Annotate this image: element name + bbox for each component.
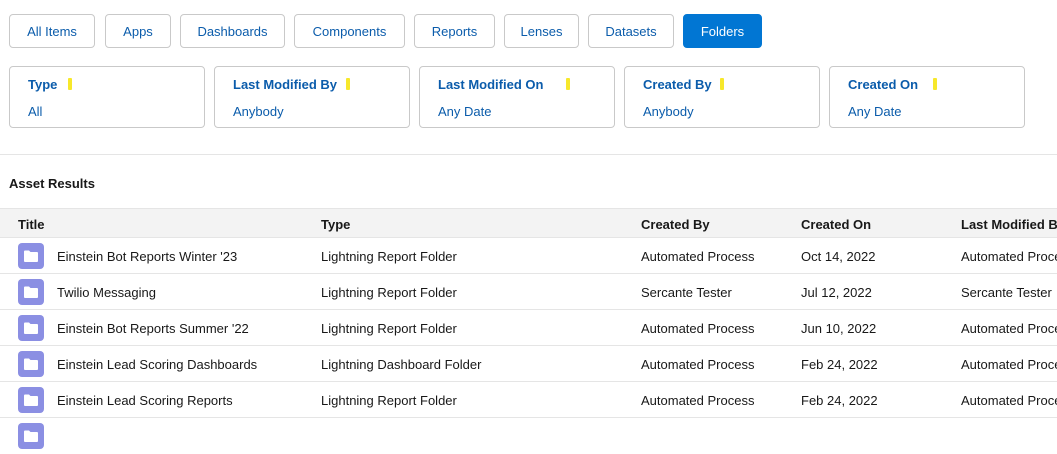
row-last-modified: Automated Process xyxy=(961,249,1057,264)
filter-value: Any Date xyxy=(438,104,492,119)
row-title[interactable]: Einstein Lead Scoring Reports xyxy=(57,393,233,408)
filter-label: Created By xyxy=(643,77,712,92)
row-type: Lightning Report Folder xyxy=(321,249,457,264)
row-created-on: Jul 12, 2022 xyxy=(801,285,872,300)
table-row[interactable]: Twilio Messaging Lightning Report Folder… xyxy=(0,274,1057,310)
marker-icon xyxy=(720,78,724,90)
filter-type[interactable]: Type All xyxy=(9,66,205,128)
row-created-on: Feb 24, 2022 xyxy=(801,357,878,372)
column-header-type[interactable]: Type xyxy=(321,217,350,232)
row-created-by: Automated Process xyxy=(641,249,755,264)
row-created-on: Feb 24, 2022 xyxy=(801,393,878,408)
row-last-modified: Automated Process xyxy=(961,357,1057,372)
tab-datasets[interactable]: Datasets xyxy=(588,14,674,48)
folder-icon xyxy=(18,423,44,449)
folder-icon xyxy=(18,243,44,269)
row-last-modified: Automated Process xyxy=(961,393,1057,408)
tab-components[interactable]: Components xyxy=(294,14,405,48)
marker-icon xyxy=(566,78,570,90)
tab-reports[interactable]: Reports xyxy=(414,14,495,48)
filter-label: Last Modified By xyxy=(233,77,338,92)
column-header-created-by[interactable]: Created By xyxy=(641,217,710,232)
folder-icon xyxy=(18,387,44,413)
filter-value: All xyxy=(28,104,43,119)
table-row[interactable]: Einstein Bot Reports Winter '23 Lightnin… xyxy=(0,238,1057,274)
row-last-modified: Sercante Tester xyxy=(961,285,1052,300)
folder-icon xyxy=(18,351,44,377)
row-title[interactable]: Twilio Messaging xyxy=(57,285,156,300)
tab-lenses[interactable]: Lenses xyxy=(504,14,579,48)
row-last-modified: Automated Process xyxy=(961,321,1057,336)
section-divider xyxy=(0,154,1057,155)
table-row[interactable] xyxy=(0,418,1057,454)
folder-icon xyxy=(18,279,44,305)
tab-folders[interactable]: Folders xyxy=(683,14,762,48)
row-type: Lightning Dashboard Folder xyxy=(321,357,482,372)
row-created-on: Oct 14, 2022 xyxy=(801,249,876,264)
column-header-title[interactable]: Title xyxy=(18,217,45,232)
filter-last-modified-by[interactable]: Last Modified By Anybody xyxy=(214,66,410,128)
filter-created-by[interactable]: Created By Anybody xyxy=(624,66,820,128)
filter-label: Created On xyxy=(848,77,919,92)
row-created-by: Automated Process xyxy=(641,357,755,372)
column-header-last-modified[interactable]: Last Modified By xyxy=(961,217,1057,232)
column-header-created-on[interactable]: Created On xyxy=(801,217,871,232)
filter-value: Anybody xyxy=(233,104,284,119)
marker-icon xyxy=(933,78,937,90)
filter-last-modified-on[interactable]: Last Modified On Any Date xyxy=(419,66,615,128)
row-title[interactable]: Einstein Bot Reports Summer '22 xyxy=(57,321,249,336)
tab-apps[interactable]: Apps xyxy=(105,14,171,48)
folder-icon xyxy=(18,315,44,341)
results-heading: Asset Results xyxy=(9,176,95,191)
table-row[interactable]: Einstein Lead Scoring Dashboards Lightni… xyxy=(0,346,1057,382)
row-created-on: Jun 10, 2022 xyxy=(801,321,877,336)
table-header: Title Type Created By Created On Last Mo… xyxy=(0,208,1057,238)
row-type: Lightning Report Folder xyxy=(321,393,457,408)
marker-icon xyxy=(68,78,72,90)
row-created-by: Automated Process xyxy=(641,393,755,408)
filter-value: Anybody xyxy=(643,104,694,119)
filter-label: Last Modified On xyxy=(438,77,544,92)
tab-all-items[interactable]: All Items xyxy=(9,14,95,48)
row-title[interactable]: Einstein Bot Reports Winter '23 xyxy=(57,249,237,264)
row-title[interactable]: Einstein Lead Scoring Dashboards xyxy=(57,357,257,372)
filter-label: Type xyxy=(28,77,58,92)
row-created-by: Sercante Tester xyxy=(641,285,732,300)
table-row[interactable]: Einstein Lead Scoring Reports Lightning … xyxy=(0,382,1057,418)
marker-icon xyxy=(346,78,350,90)
row-type: Lightning Report Folder xyxy=(321,321,457,336)
filter-created-on[interactable]: Created On Any Date xyxy=(829,66,1025,128)
row-type: Lightning Report Folder xyxy=(321,285,457,300)
filter-value: Any Date xyxy=(848,104,902,119)
tab-dashboards[interactable]: Dashboards xyxy=(180,14,285,48)
table-row[interactable]: Einstein Bot Reports Summer '22 Lightnin… xyxy=(0,310,1057,346)
row-created-by: Automated Process xyxy=(641,321,755,336)
